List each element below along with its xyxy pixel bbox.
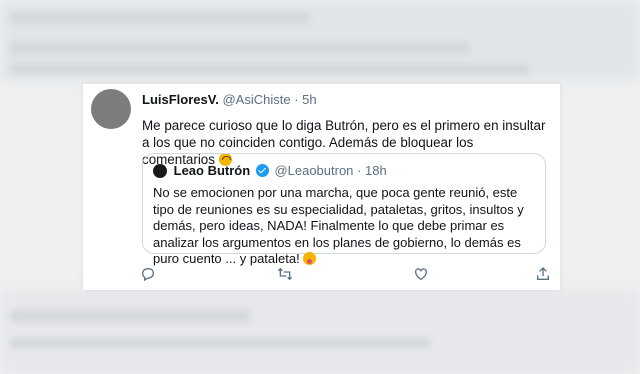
retweet-icon[interactable] [277,266,293,282]
share-icon[interactable] [535,266,551,282]
like-icon[interactable] [413,266,429,282]
verified-badge-icon [255,164,269,177]
tweet-time[interactable]: 5h [302,92,316,107]
separator: · [357,163,362,178]
quoted-author-name[interactable]: Leao Butrón [174,163,251,178]
quoted-tweet-header: Leao Butrón @Leaobutron · 18h [153,163,387,179]
blurred-background-line [10,12,310,24]
blurred-background-line [10,42,470,54]
tweet-actions [138,266,551,282]
author-handle[interactable]: @AsiChiste [222,92,290,107]
author-name[interactable]: LuisFloresV. [142,92,219,107]
tweet-card[interactable]: LuisFloresV. @AsiChiste · 5h Me parece c… [83,84,560,290]
quoted-avatar[interactable] [153,164,167,178]
tweet-header: LuisFloresV. @AsiChiste · 5h [142,92,548,108]
blurred-background-bottom [0,290,640,374]
quoted-tweet-text: No se emocionen por una marcha, que poca… [153,185,524,266]
blurred-background-line [10,64,530,74]
quoted-tweet-time[interactable]: 18h [365,163,387,178]
quoted-tweet[interactable]: Leao Butrón @Leaobutron · 18h No se emoc… [142,153,546,266]
blurred-background-line [10,338,430,348]
blurred-background-line [10,310,250,322]
avatar[interactable] [91,89,131,129]
face-with-tongue-emoji-icon [303,252,317,265]
separator: · [294,92,299,107]
quoted-author-handle[interactable]: @Leaobutron [274,163,353,178]
quoted-tweet-text-block: No se emocionen por una marcha, que poca… [153,185,539,268]
reply-icon[interactable] [140,266,156,282]
